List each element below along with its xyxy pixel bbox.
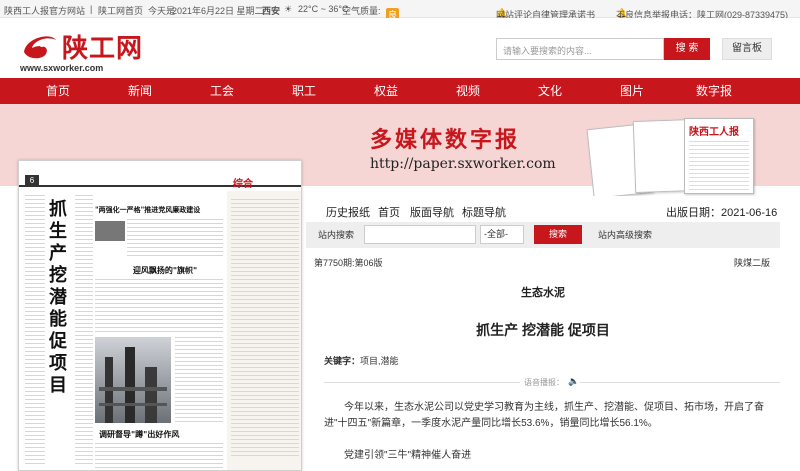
newspaper-photo-industrial (95, 337, 171, 423)
newspaper-photo-small (95, 221, 125, 241)
page-number: 6 (25, 175, 39, 187)
site-search-input[interactable] (364, 225, 476, 244)
newspaper-headline-2[interactable]: 迎风飘扬的"旗帜" (115, 265, 215, 276)
nav-item-news[interactable]: 新闻 (112, 78, 168, 104)
logo-swirl-icon (24, 36, 56, 59)
banner-title: 多媒体数字报 (370, 127, 521, 153)
voice-broadcast-label: 语音播报： (524, 378, 564, 387)
logo-text: 陕工网 (62, 34, 144, 64)
search-scope-select[interactable]: -全部- (480, 225, 524, 244)
voice-broadcast[interactable]: 语音播报： 🔈 (324, 376, 780, 390)
site-search-button[interactable]: 搜索 (534, 225, 582, 244)
article-paragraph: 党建引领"三牛"精神催人奋进 (344, 450, 472, 461)
newspaper-page-thumbnail[interactable]: 6 综合 抓生产 挖潜能 促项目 "两强化一严格"推进党风廉政建设 迎风飘扬的"… (18, 160, 302, 471)
nav-item-home[interactable]: 首页 (30, 78, 86, 104)
nav-item-pictures[interactable]: 图片 (604, 78, 660, 104)
city-name: 西安 (262, 6, 281, 16)
article-reader: 历史报纸 首页 版面导航 标题导航 出版日期：2021-06-16 站内搜索 -… (306, 196, 780, 471)
article-pre-title: 生态水泥 (521, 287, 565, 299)
vertical-headline[interactable]: 抓生产 挖潜能 促项目 (49, 199, 73, 397)
factory-illustration-icon (99, 347, 167, 423)
banner-paper-title: 陕西工人报 (689, 127, 739, 138)
edition-info: 第7750期:第06版 (314, 258, 383, 268)
nav-item-culture[interactable]: 文化 (522, 78, 578, 104)
page-section: 综合 (233, 179, 253, 190)
tab-title-nav[interactable]: 标题导航 (462, 204, 506, 220)
tab-history[interactable]: 历史报纸 (326, 204, 370, 220)
site-header: 陕工网 www.sxworker.com 请输入要搜索的内容... 搜 索 留言… (0, 18, 800, 78)
article-title: 抓生产 挖潜能 促项目 (476, 322, 610, 338)
banner-newspaper-stack: 陕西工人报 (584, 116, 774, 199)
tab-front-page[interactable]: 首页 (378, 204, 400, 220)
header-search-input[interactable]: 请输入要搜索的内容... (496, 38, 664, 60)
nav-item-workers[interactable]: 职工 (276, 78, 332, 104)
speaker-icon[interactable]: 🔈 (568, 376, 579, 387)
advanced-search-link[interactable]: 站内高级搜索 (598, 228, 652, 241)
top-info-bar: 陕西工人报官方网站 | 陕工网首页 今天是 2021年6月22日 星期二 西安 … (0, 0, 800, 21)
newspaper-headline-3[interactable]: 调研督导"蹲"出好作风 (99, 429, 223, 440)
nav-item-epaper[interactable]: 数字报 (686, 78, 742, 104)
header-search-button[interactable]: 搜 索 (664, 38, 710, 60)
nav-item-video[interactable]: 视频 (440, 78, 496, 104)
article-paragraph: 今年以来，生态水泥公司以党史学习教育为主线，抓生产、挖潜能、促项目、拓市场，开启… (324, 402, 764, 429)
nav-item-union[interactable]: 工会 (194, 78, 250, 104)
air-quality-label: 空气质量: (342, 6, 381, 16)
newspaper-sidebar-column (227, 191, 301, 470)
home-link[interactable]: 陕工网首页 (98, 4, 143, 17)
separator: | (90, 4, 93, 14)
logo-url: www.sxworker.com (20, 63, 104, 73)
page-name: 陕煤二版 (734, 258, 771, 268)
site-search-label: 站内搜索 (318, 230, 355, 240)
message-board-button[interactable]: 留言板 (722, 38, 772, 60)
nav-item-rights[interactable]: 权益 (358, 78, 414, 104)
current-date: 2021年6月22日 星期二 (172, 6, 264, 16)
today-label: 今天是 (148, 6, 176, 16)
publish-date: 出版日期：2021-06-16 (666, 207, 778, 219)
newspaper-headline-1[interactable]: "两强化一严格"推进党风廉政建设 (95, 205, 223, 215)
temperature: 22°C ~ 36°C (298, 4, 349, 14)
main-nav: 首页 新闻 工会 职工 权益 视频 文化 图片 数字报 (0, 78, 800, 104)
newspaper-masthead: 6 综合 (19, 161, 301, 190)
tab-layout-nav[interactable]: 版面导航 (410, 204, 454, 220)
article-keywords: 关键字：项目,潜能 (324, 356, 399, 366)
sun-icon: ☀ (284, 4, 293, 14)
site-logo[interactable]: 陕工网 www.sxworker.com (20, 28, 150, 73)
banner-url: http://paper.sxworker.com (370, 156, 556, 172)
site-search-bar: 站内搜索 -全部- 搜索 站内高级搜索 (306, 222, 780, 248)
site-name-link[interactable]: 陕西工人报官方网站 (4, 4, 85, 17)
